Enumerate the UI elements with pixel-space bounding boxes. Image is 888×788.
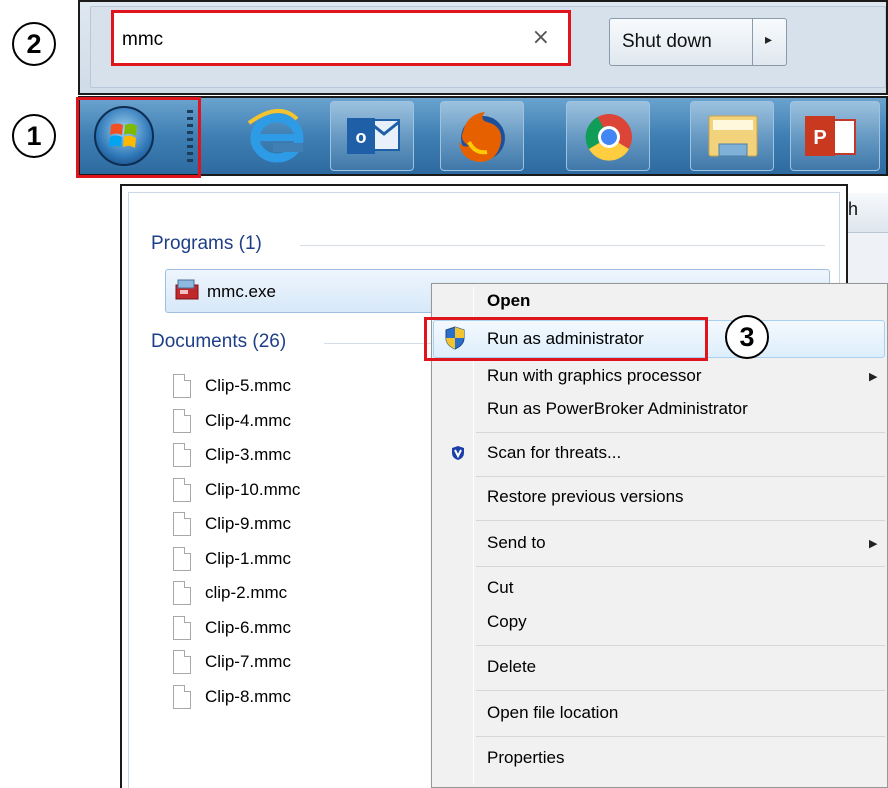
shutdown-separator: [752, 19, 753, 65]
menu-item-delete[interactable]: Delete: [487, 657, 536, 677]
step-badge-1: 1: [12, 114, 56, 158]
file-explorer-icon: [708, 115, 758, 157]
taskbar-outlook[interactable]: o: [330, 101, 414, 171]
firefox-icon: [459, 112, 505, 162]
document-result-label: Clip-5.mmc: [205, 376, 291, 395]
document-result-item[interactable]: Clip-6.mmc: [173, 614, 423, 644]
document-file-icon: [173, 616, 191, 640]
document-file-icon: [173, 409, 191, 433]
document-result-label: Clip-10.mmc: [205, 480, 301, 499]
outlook-icon: o: [347, 118, 400, 154]
antivirus-shield-icon: [452, 446, 464, 460]
document-file-icon: [173, 581, 191, 605]
submenu-arrow-icon: ▶: [869, 537, 878, 550]
clear-search-icon[interactable]: ×: [532, 25, 550, 50]
chrome-icon: [585, 114, 632, 161]
document-file-icon: [173, 374, 191, 398]
document-result-label: Clip-7.mmc: [205, 652, 291, 671]
document-result-label: Clip-1.mmc: [205, 549, 291, 568]
menu-item-open[interactable]: Open: [487, 291, 530, 311]
document-result-label: Clip-4.mmc: [205, 411, 291, 430]
svg-text:o: o: [356, 127, 367, 147]
menu-item-send-to[interactable]: Send to: [487, 533, 546, 553]
taskbar-file-explorer[interactable]: [690, 101, 774, 171]
document-result-item[interactable]: Clip-1.mmc: [173, 545, 423, 575]
menu-separator: [476, 690, 885, 691]
menu-item-run-with-graphics-processor[interactable]: Run with graphics processor: [487, 366, 701, 386]
documents-group-rule: [324, 343, 434, 344]
document-file-icon: [173, 650, 191, 674]
document-result-label: Clip-8.mmc: [205, 687, 291, 706]
search-input-value: mmc: [122, 29, 164, 50]
document-result-item[interactable]: Clip-7.mmc: [173, 648, 423, 678]
document-result-label: clip-2.mmc: [205, 583, 288, 602]
context-menu-icon-gutter: [473, 287, 474, 784]
document-result-item[interactable]: Clip-10.mmc: [173, 476, 423, 506]
step-badge-2: 2: [12, 22, 56, 66]
powerpoint-icon: P: [805, 116, 856, 156]
menu-item-restore-previous-versions[interactable]: Restore previous versions: [487, 487, 684, 507]
document-result-item[interactable]: clip-2.mmc: [173, 579, 423, 609]
menu-item-scan-for-threats[interactable]: Scan for threats...: [487, 443, 621, 463]
taskbar-powerpoint[interactable]: P: [790, 101, 880, 171]
shutdown-label: Shut down: [622, 31, 712, 52]
submenu-arrow-icon: ▶: [869, 370, 878, 383]
document-file-icon: [173, 512, 191, 536]
document-result-item[interactable]: Clip-4.mmc: [173, 407, 423, 437]
menu-separator: [476, 645, 885, 646]
menu-separator: [476, 432, 885, 433]
document-result-item[interactable]: Clip-5.mmc: [173, 372, 423, 402]
taskbar-chrome[interactable]: [566, 101, 650, 171]
menu-item-open-file-location[interactable]: Open file location: [487, 703, 618, 723]
documents-group-header[interactable]: Documents (26): [151, 331, 286, 353]
document-result-label: Clip-3.mmc: [205, 445, 291, 464]
taskbar-internet-explorer[interactable]: [233, 101, 317, 171]
programs-group-rule: [300, 245, 825, 246]
menu-item-properties[interactable]: Properties: [487, 748, 564, 768]
document-result-item[interactable]: Clip-3.mmc: [173, 441, 423, 471]
menu-item-run-as-powerbroker[interactable]: Run as PowerBroker Administrator: [487, 399, 748, 419]
shutdown-options-arrow-icon[interactable]: ▸: [765, 32, 772, 48]
document-file-icon: [173, 478, 191, 502]
document-result-item[interactable]: Clip-9.mmc: [173, 510, 423, 540]
run-as-administrator-highlight: [424, 317, 708, 361]
internet-explorer-icon: [247, 109, 304, 163]
search-input[interactable]: mmc ×: [111, 10, 571, 66]
menu-separator: [476, 520, 885, 521]
document-result-label: Clip-9.mmc: [205, 514, 291, 533]
svg-text:P: P: [813, 127, 826, 149]
mmc-program-icon: [175, 279, 199, 300]
document-file-icon: [173, 443, 191, 467]
document-file-icon: [173, 685, 191, 709]
document-result-label: Clip-6.mmc: [205, 618, 291, 637]
menu-item-cut[interactable]: Cut: [487, 578, 513, 598]
menu-item-copy[interactable]: Copy: [487, 612, 527, 632]
shutdown-button[interactable]: Shut down ▸: [609, 18, 787, 66]
menu-separator: [476, 566, 885, 567]
document-file-icon: [173, 547, 191, 571]
programs-group-header[interactable]: Programs (1): [151, 233, 262, 255]
menu-separator: [476, 476, 885, 477]
step-badge-3: 3: [725, 315, 769, 359]
program-result-label: mmc.exe: [207, 282, 276, 301]
start-button-highlight: [76, 97, 201, 178]
document-result-item[interactable]: Clip-8.mmc: [173, 683, 423, 713]
taskbar-firefox[interactable]: [440, 101, 524, 171]
menu-separator: [476, 736, 885, 737]
